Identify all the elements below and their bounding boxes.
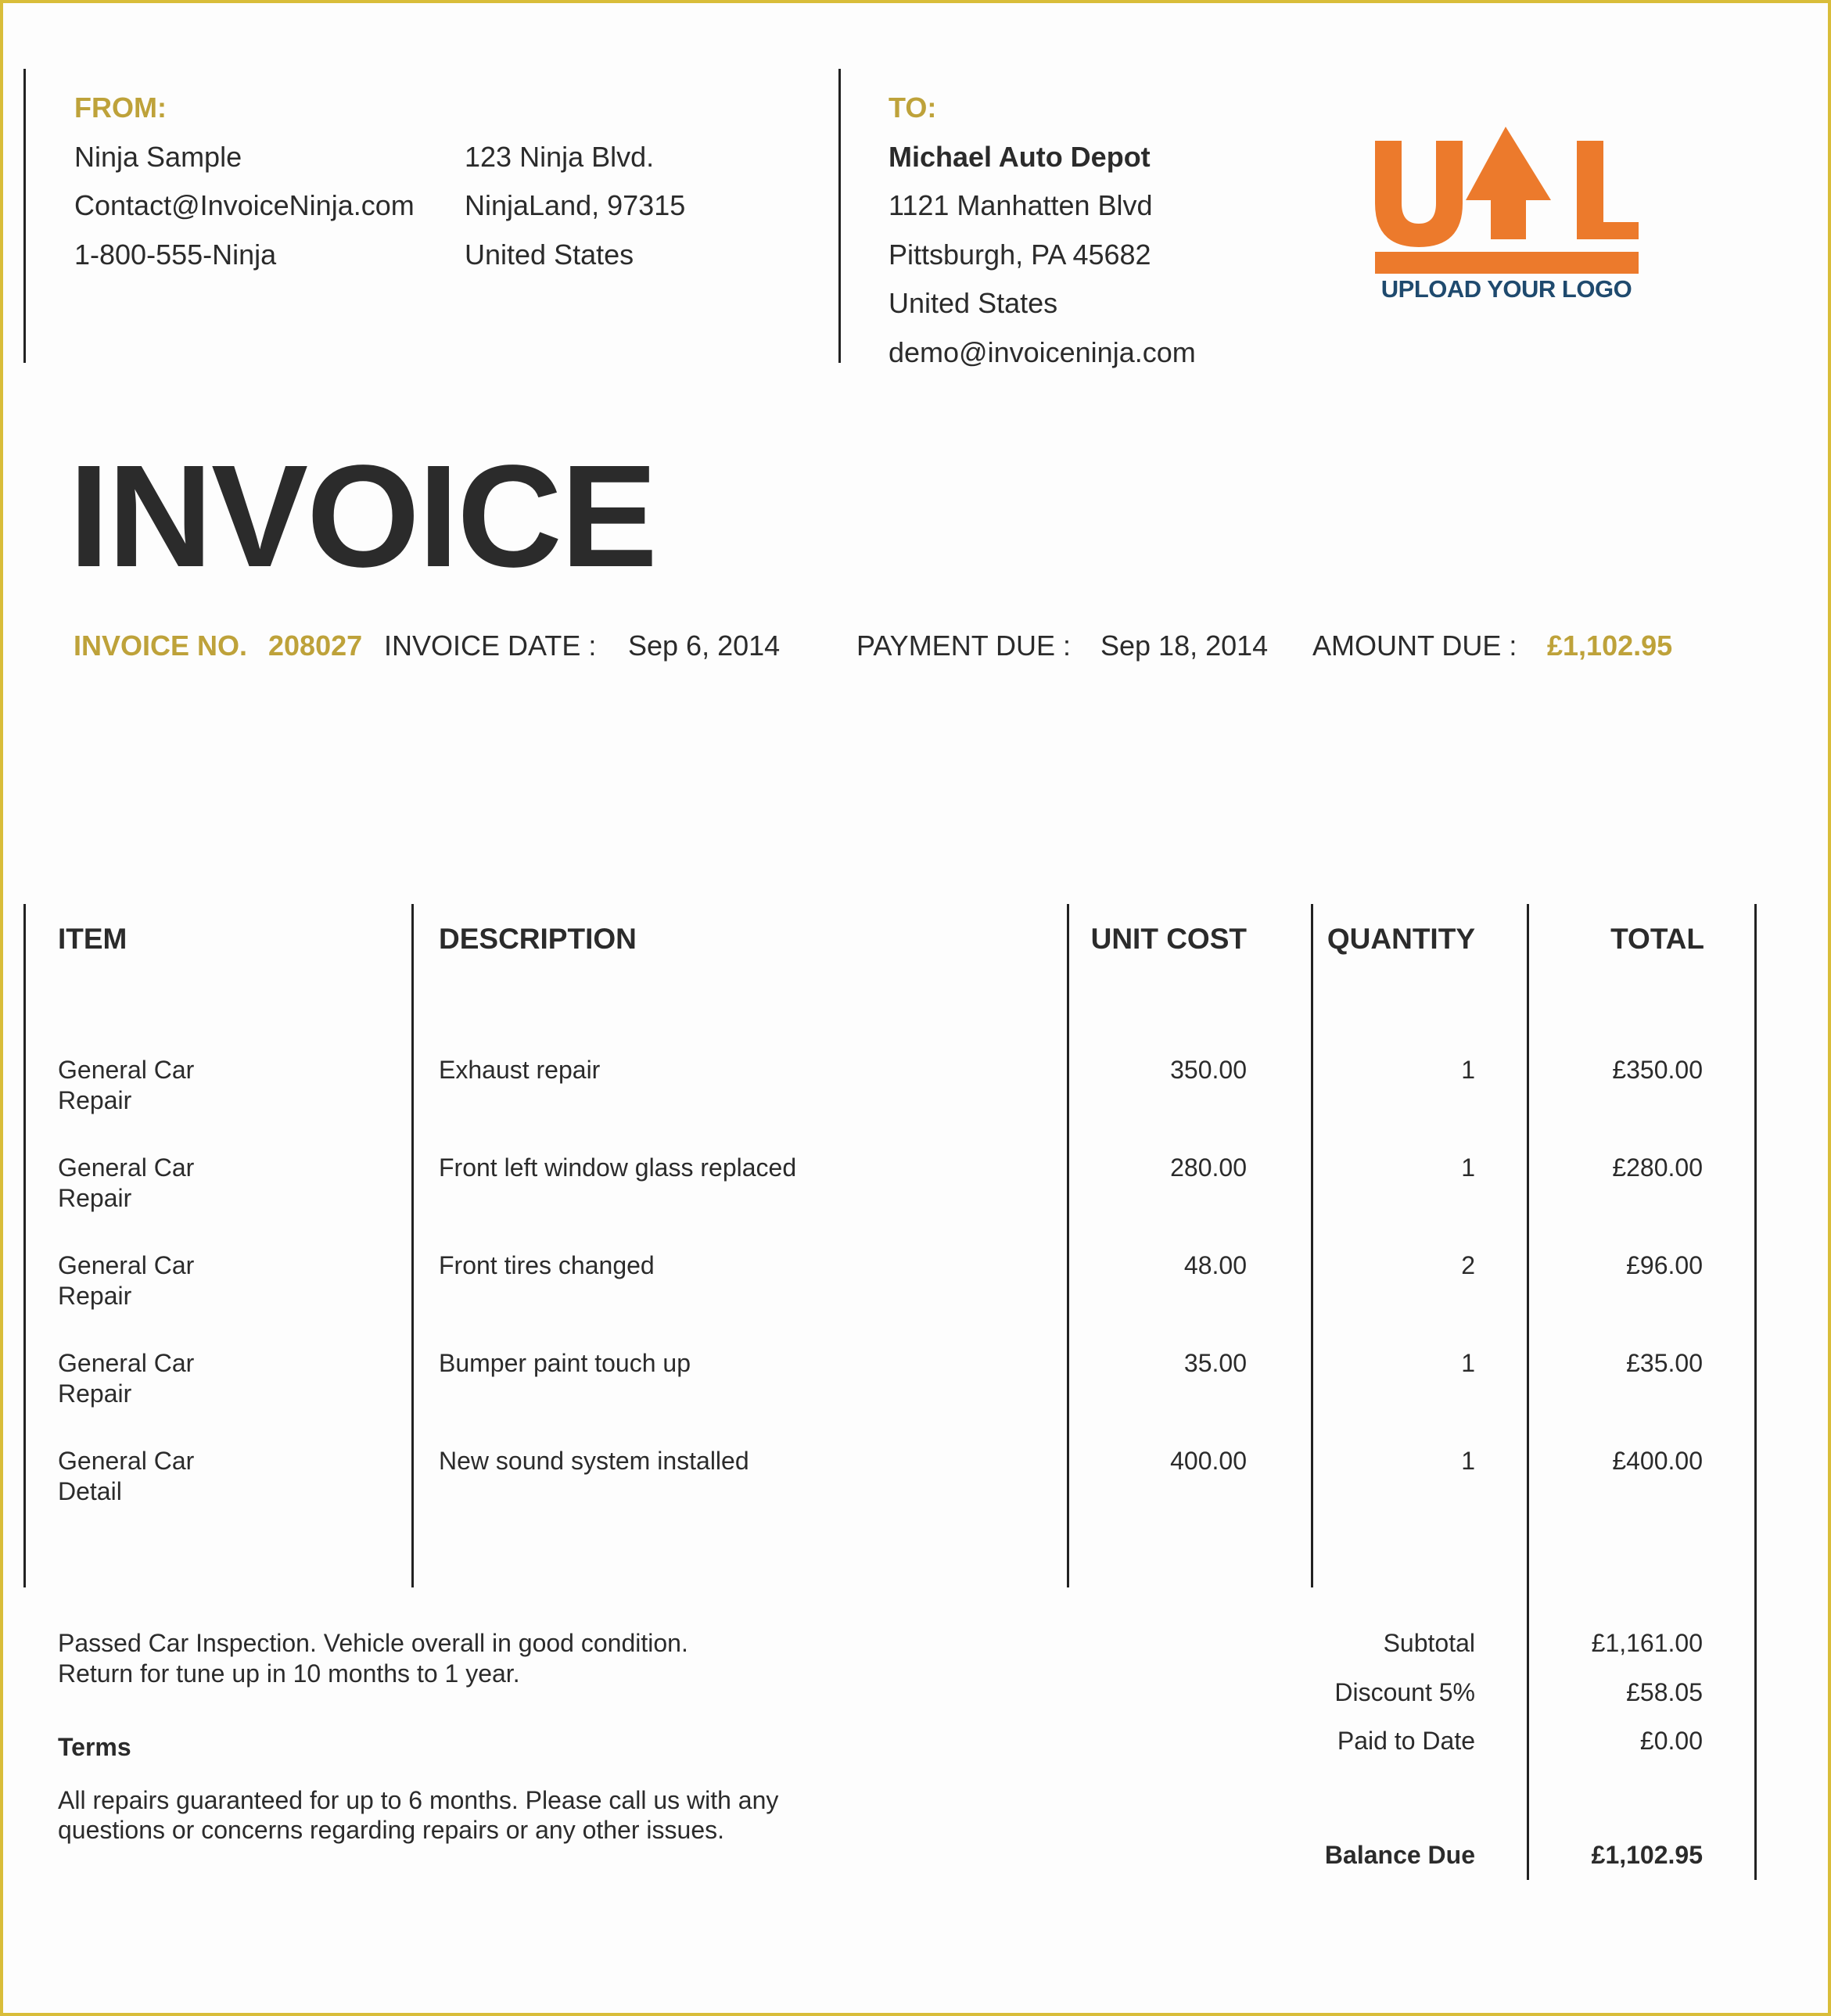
from-address-country: United States <box>465 239 634 271</box>
cell-unit-cost: 35.00 <box>1183 1349 1247 1377</box>
cell-description: Front tires changed <box>439 1251 655 1279</box>
logo-letter-l <box>1577 141 1639 239</box>
payment-due-label: PAYMENT DUE : <box>856 630 1072 662</box>
cell-total: £280.00 <box>1612 1153 1703 1182</box>
cell-total: £96.00 <box>1626 1251 1703 1279</box>
amount-due-value: £1,102.95 <box>1547 630 1673 662</box>
cell-description: New sound system installed <box>439 1447 749 1475</box>
col-header-total: TOTAL <box>1610 923 1704 955</box>
cell-item: Repair <box>58 1379 132 1408</box>
table-divider-qty-total <box>1527 904 1529 1880</box>
divider-from-left <box>23 69 26 363</box>
to-email: demo@invoiceninja.com <box>889 336 1196 368</box>
cell-item: General Car <box>58 1251 195 1279</box>
upload-logo-icon: UPLOAD YOUR LOGO <box>1375 127 1639 303</box>
cell-unit-cost: 48.00 <box>1183 1251 1247 1279</box>
discount-value: £58.05 <box>1626 1678 1703 1706</box>
discount-label: Discount 5% <box>1334 1678 1475 1706</box>
invoice-number-label: INVOICE NO. <box>74 630 248 662</box>
cell-item: General Car <box>58 1349 195 1377</box>
logo-letter-u <box>1375 141 1463 247</box>
to-address-city: Pittsburgh, PA 45682 <box>889 239 1151 271</box>
table-divider-left <box>23 904 26 1587</box>
table-divider-item-desc <box>411 904 414 1587</box>
cell-item: Repair <box>58 1086 132 1114</box>
logo-caption: UPLOAD YOUR LOGO <box>1381 275 1632 301</box>
invoice-number: 208027 <box>268 630 363 662</box>
cell-quantity: 1 <box>1461 1056 1475 1084</box>
logo-underline-bar <box>1375 252 1639 274</box>
col-header-description: DESCRIPTION <box>439 923 637 955</box>
balance-due-label: Balance Due <box>1324 1841 1475 1869</box>
cell-item: Detail <box>58 1477 122 1505</box>
terms-line: questions or concerns regarding repairs … <box>58 1816 724 1844</box>
paid-to-date-label: Paid to Date <box>1337 1727 1475 1755</box>
cell-item: General Car <box>58 1447 195 1475</box>
cell-item: General Car <box>58 1153 195 1182</box>
col-header-unit-cost: UNIT COST <box>1090 923 1247 955</box>
cell-unit-cost: 280.00 <box>1170 1153 1247 1182</box>
from-address-street: 123 Ninja Blvd. <box>465 141 655 173</box>
table-divider-desc-cost <box>1067 904 1069 1587</box>
col-header-quantity: QUANTITY <box>1327 923 1475 955</box>
invoice-title: INVOICE <box>69 436 658 597</box>
balance-due-value: £1,102.95 <box>1591 1841 1703 1869</box>
terms-line: All repairs guaranteed for up to 6 month… <box>58 1786 779 1814</box>
cell-description: Front left window glass replaced <box>439 1153 797 1182</box>
to-client-name: Michael Auto Depot <box>889 141 1151 173</box>
cell-unit-cost: 400.00 <box>1170 1447 1247 1475</box>
cell-item: General Car <box>58 1056 195 1084</box>
terms-label: Terms <box>58 1733 131 1761</box>
cell-description: Bumper paint touch up <box>439 1349 691 1377</box>
cell-unit-cost: 350.00 <box>1170 1056 1247 1084</box>
cell-quantity: 1 <box>1461 1153 1475 1182</box>
notes-line: Return for tune up in 10 months to 1 yea… <box>58 1659 520 1688</box>
cell-item: Repair <box>58 1184 132 1212</box>
from-name: Ninja Sample <box>74 141 242 173</box>
from-address-city: NinjaLand, 97315 <box>465 189 686 221</box>
subtotal-label: Subtotal <box>1383 1629 1475 1657</box>
cell-quantity: 2 <box>1461 1251 1475 1279</box>
cell-quantity: 1 <box>1461 1447 1475 1475</box>
cell-total: £400.00 <box>1612 1447 1703 1475</box>
invoice-date: Sep 6, 2014 <box>628 630 781 662</box>
table-divider-right <box>1754 904 1757 1880</box>
from-label: FROM: <box>74 91 167 124</box>
from-phone: 1-800-555-Ninja <box>74 239 277 271</box>
divider-to-left <box>838 69 841 363</box>
subtotal-value: £1,161.00 <box>1591 1629 1703 1657</box>
to-label: TO: <box>889 91 937 124</box>
paid-to-date-value: £0.00 <box>1639 1727 1703 1755</box>
col-header-item: ITEM <box>58 923 127 955</box>
cell-total: £35.00 <box>1626 1349 1703 1377</box>
amount-due-label: AMOUNT DUE : <box>1312 630 1517 662</box>
to-address-street: 1121 Manhatten Blvd <box>889 189 1153 221</box>
invoice-date-label: INVOICE DATE : <box>384 630 597 662</box>
cell-description: Exhaust repair <box>439 1056 601 1084</box>
cell-quantity: 1 <box>1461 1349 1475 1377</box>
notes-line: Passed Car Inspection. Vehicle overall i… <box>58 1629 688 1657</box>
payment-due-date: Sep 18, 2014 <box>1100 630 1269 662</box>
company-logo[interactable]: UPLOAD YOUR LOGO <box>1372 125 1642 303</box>
cell-total: £350.00 <box>1612 1056 1703 1084</box>
to-address-country: United States <box>889 287 1058 319</box>
table-divider-cost-qty <box>1311 904 1313 1587</box>
cell-item: Repair <box>58 1282 132 1310</box>
from-email: Contact@InvoiceNinja.com <box>74 189 415 221</box>
upload-arrow-icon <box>1466 127 1551 239</box>
